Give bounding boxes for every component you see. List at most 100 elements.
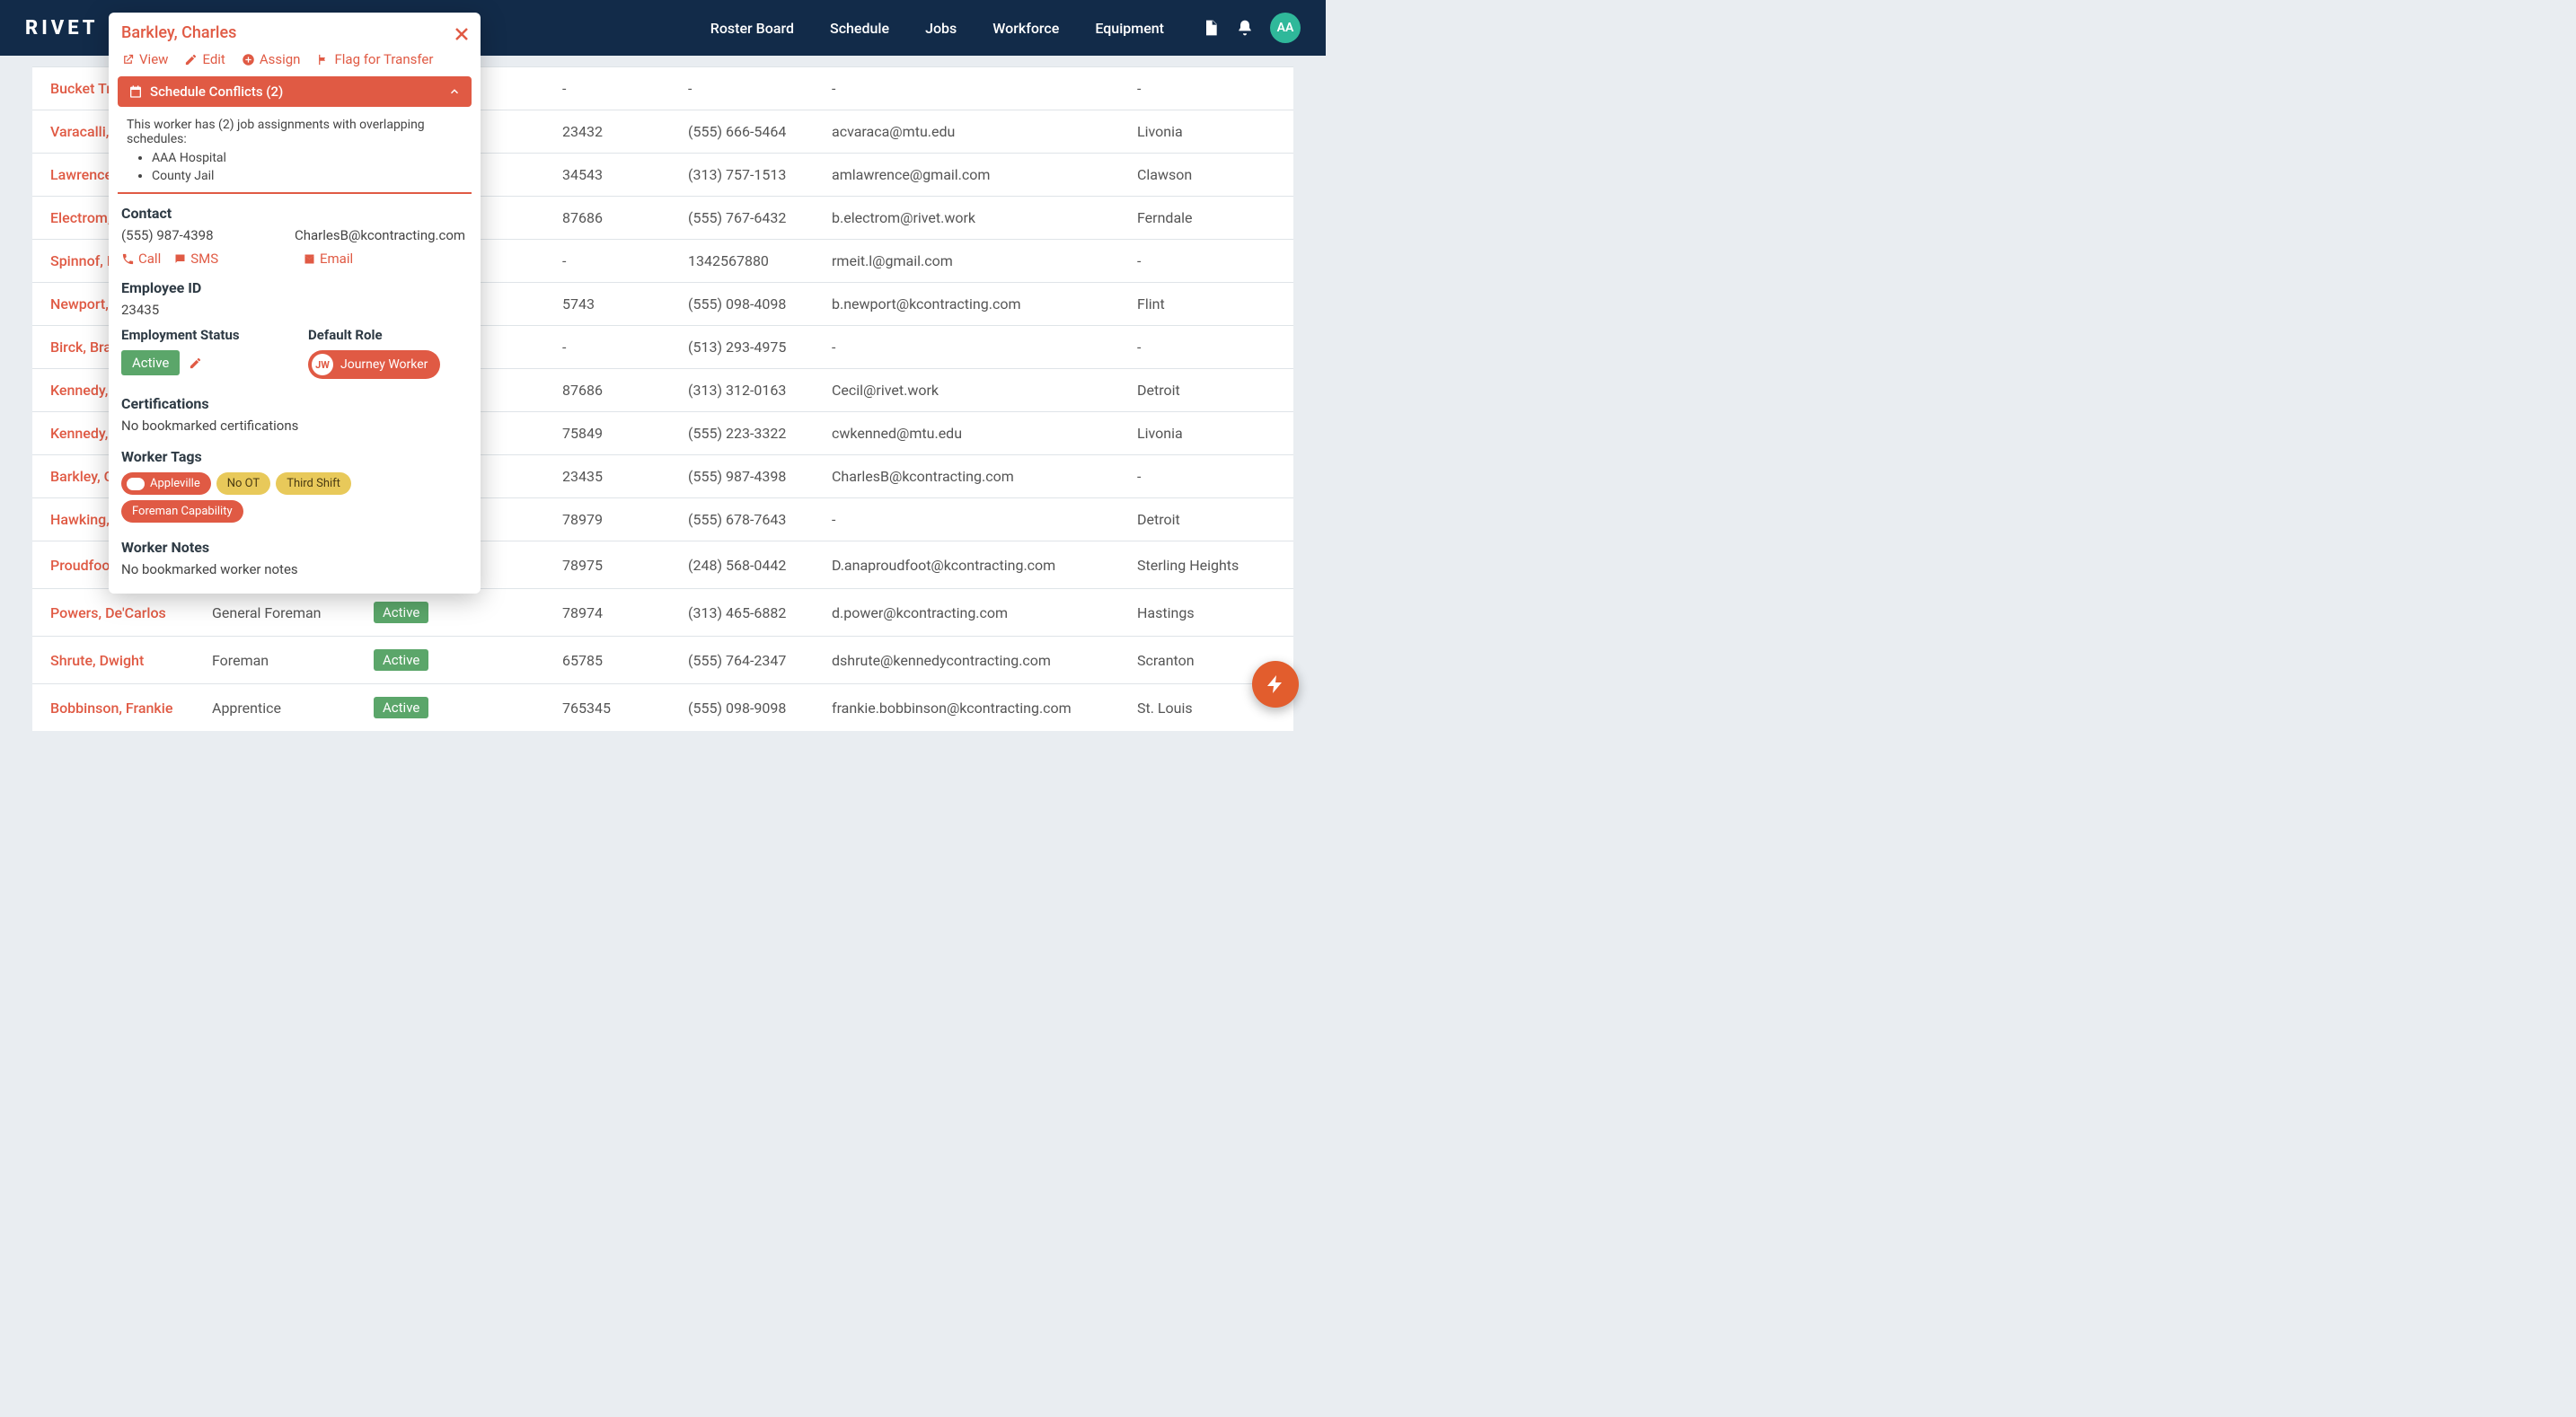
edit-action[interactable]: Edit	[184, 51, 225, 67]
row-phone: 1342567880	[679, 240, 823, 283]
nav-jobs[interactable]: Jobs	[918, 14, 964, 42]
row-city: -	[1128, 240, 1293, 283]
assign-action[interactable]: Assign	[242, 51, 301, 67]
row-email: D.anaproudfoot@kcontracting.com	[823, 541, 1128, 589]
row-eid: 23435	[553, 455, 679, 498]
employee-id-value: 23435	[109, 298, 481, 321]
row-email: cwkenned@mtu.edu	[823, 412, 1128, 455]
contact-email: CharlesB@kcontracting.com	[295, 227, 468, 243]
row-email: CharlesB@kcontracting.com	[823, 455, 1128, 498]
calendar-alert-icon	[128, 84, 143, 99]
row-city: Flint	[1128, 283, 1293, 326]
nav-roster-board[interactable]: Roster Board	[703, 14, 801, 42]
row-eid: 23432	[553, 110, 679, 154]
row-phone: (313) 757-1513	[679, 154, 823, 197]
phone-icon	[121, 252, 135, 266]
row-phone: (248) 568-0442	[679, 541, 823, 589]
row-email: -	[823, 498, 1128, 541]
popover-title: Barkley, Charles	[121, 23, 236, 42]
row-email: b.electrom@rivet.work	[823, 197, 1128, 240]
worker-tags-label: Worker Tags	[109, 437, 481, 467]
row-eid: 87686	[553, 197, 679, 240]
row-city: Livonia	[1128, 110, 1293, 154]
row-phone: (555) 987-4398	[679, 455, 823, 498]
row-email: -	[823, 326, 1128, 369]
view-label: View	[139, 51, 168, 67]
fab-button[interactable]	[1252, 661, 1299, 708]
row-phone: (555) 223-3322	[679, 412, 823, 455]
tag-appleville[interactable]: Appleville	[121, 472, 211, 495]
row-email: frankie.bobbinson@kcontracting.com	[823, 684, 1128, 732]
row-status: Active	[365, 684, 553, 732]
edit-label: Edit	[202, 51, 225, 67]
worker-notes-label: Worker Notes	[109, 528, 481, 558]
flag-action[interactable]: Flag for Transfer	[316, 51, 433, 67]
row-name[interactable]: Powers, De'Carlos	[32, 589, 203, 637]
assign-label: Assign	[260, 51, 301, 67]
tag-icon	[127, 478, 145, 490]
row-email: acvaraca@mtu.edu	[823, 110, 1128, 154]
document-icon[interactable]	[1202, 19, 1220, 37]
employment-status-chip: Active	[121, 350, 180, 375]
row-eid: 5743	[553, 283, 679, 326]
lightning-icon	[1265, 673, 1286, 695]
row-phone: (513) 293-4975	[679, 326, 823, 369]
mail-icon	[303, 252, 316, 266]
default-role-chip: JW Journey Worker	[308, 350, 440, 379]
call-label: Call	[138, 251, 161, 267]
nav-schedule[interactable]: Schedule	[823, 14, 896, 42]
row-role: Foreman	[203, 637, 365, 684]
call-link[interactable]: Call	[121, 251, 161, 267]
avatar[interactable]: AA	[1270, 13, 1301, 43]
row-eid: 78975	[553, 541, 679, 589]
row-email: b.newport@kcontracting.com	[823, 283, 1128, 326]
row-city: Detroit	[1128, 369, 1293, 412]
row-phone: (313) 465-6882	[679, 589, 823, 637]
row-role: Apprentice	[203, 684, 365, 732]
conflict-toggle[interactable]: Schedule Conflicts (2)	[118, 76, 472, 107]
sms-link[interactable]: SMS	[173, 251, 218, 267]
table-row: Bobbinson, FrankieApprentice Active 765345…	[32, 684, 1293, 732]
edit-status-icon[interactable]	[189, 356, 202, 370]
row-eid: 78974	[553, 589, 679, 637]
certifications-value: No bookmarked certifications	[109, 414, 481, 437]
chevron-up-icon	[448, 85, 461, 98]
row-city: Hastings	[1128, 589, 1293, 637]
row-eid: 765345	[553, 684, 679, 732]
row-city: Livonia	[1128, 412, 1293, 455]
row-city: Clawson	[1128, 154, 1293, 197]
row-city: Sterling Heights	[1128, 541, 1293, 589]
tag-third-shift[interactable]: Third Shift	[276, 472, 351, 495]
row-eid: 65785	[553, 637, 679, 684]
tag-0-label: Appleville	[150, 477, 200, 490]
flag-label: Flag for Transfer	[334, 51, 433, 67]
nav-equipment[interactable]: Equipment	[1088, 14, 1171, 42]
status-badge: Active	[374, 602, 428, 623]
row-city: Ferndale	[1128, 197, 1293, 240]
view-action[interactable]: View	[121, 51, 168, 67]
bell-icon[interactable]	[1236, 19, 1254, 37]
row-email: dshrute@kennedycontracting.com	[823, 637, 1128, 684]
row-name[interactable]: Bobbinson, Frankie	[32, 684, 203, 732]
row-eid: 75849	[553, 412, 679, 455]
close-button[interactable]	[455, 27, 468, 40]
contact-phone: (555) 987-4398	[121, 227, 295, 243]
row-eid: 34543	[553, 154, 679, 197]
tag-no-ot[interactable]: No OT	[216, 472, 270, 495]
email-link[interactable]: Email	[303, 251, 468, 267]
employment-status-label: Employment Status	[121, 327, 281, 343]
sms-label: SMS	[190, 251, 218, 267]
conflict-body: This worker has (2) job assignments with…	[118, 112, 472, 194]
tag-foreman-capability[interactable]: Foreman Capability	[121, 500, 243, 523]
row-name[interactable]: Shrute, Dwight	[32, 637, 203, 684]
conflict-note: This worker has (2) job assignments with…	[127, 118, 463, 146]
status-badge: Active	[374, 649, 428, 671]
nav-workforce[interactable]: Workforce	[985, 14, 1066, 42]
table-row: Powers, De'CarlosGeneral ForemanActive78…	[32, 589, 1293, 637]
row-phone: (555) 098-9098	[679, 684, 823, 732]
row-eid: -	[553, 67, 679, 110]
row-eid: 78979	[553, 498, 679, 541]
status-badge: Active	[374, 697, 428, 718]
conflict-header: Schedule Conflicts (2)	[150, 84, 283, 100]
row-email: amlawrence@gmail.com	[823, 154, 1128, 197]
